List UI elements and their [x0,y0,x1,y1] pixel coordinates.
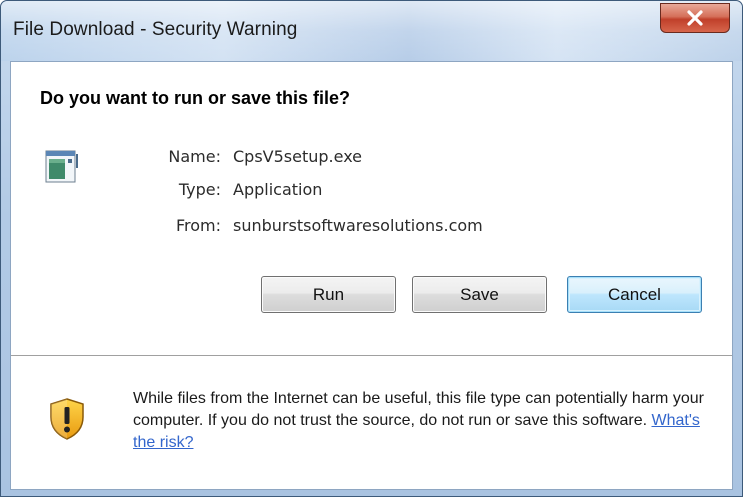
cancel-button[interactable]: Cancel [567,276,702,313]
divider [11,355,732,356]
close-button[interactable] [660,3,730,33]
close-icon [686,10,704,26]
run-button[interactable]: Run [261,276,396,313]
title-bar[interactable]: File Download - Security Warning [1,1,742,61]
save-button[interactable]: Save [412,276,547,313]
dialog-heading: Do you want to run or save this file? [40,88,351,108]
application-file-icon [45,150,78,185]
warning-message: While files from the Internet can be use… [133,388,713,454]
dialog-content: Do you want to run or save this file? Na… [10,61,733,490]
type-label: Type: [178,180,221,199]
name-value: CpsV5setup.exe [233,147,363,166]
file-download-dialog: File Download - Security Warning Do you … [0,0,743,497]
from-label: From: [175,216,221,235]
from-value: sunburstsoftwaresolutions.com [233,216,483,235]
window-title: File Download - Security Warning [13,19,298,40]
shield-warning-icon [49,398,85,440]
warning-text: While files from the Internet can be use… [133,390,704,429]
type-value: Application [233,180,323,199]
name-label: Name: [168,147,221,166]
